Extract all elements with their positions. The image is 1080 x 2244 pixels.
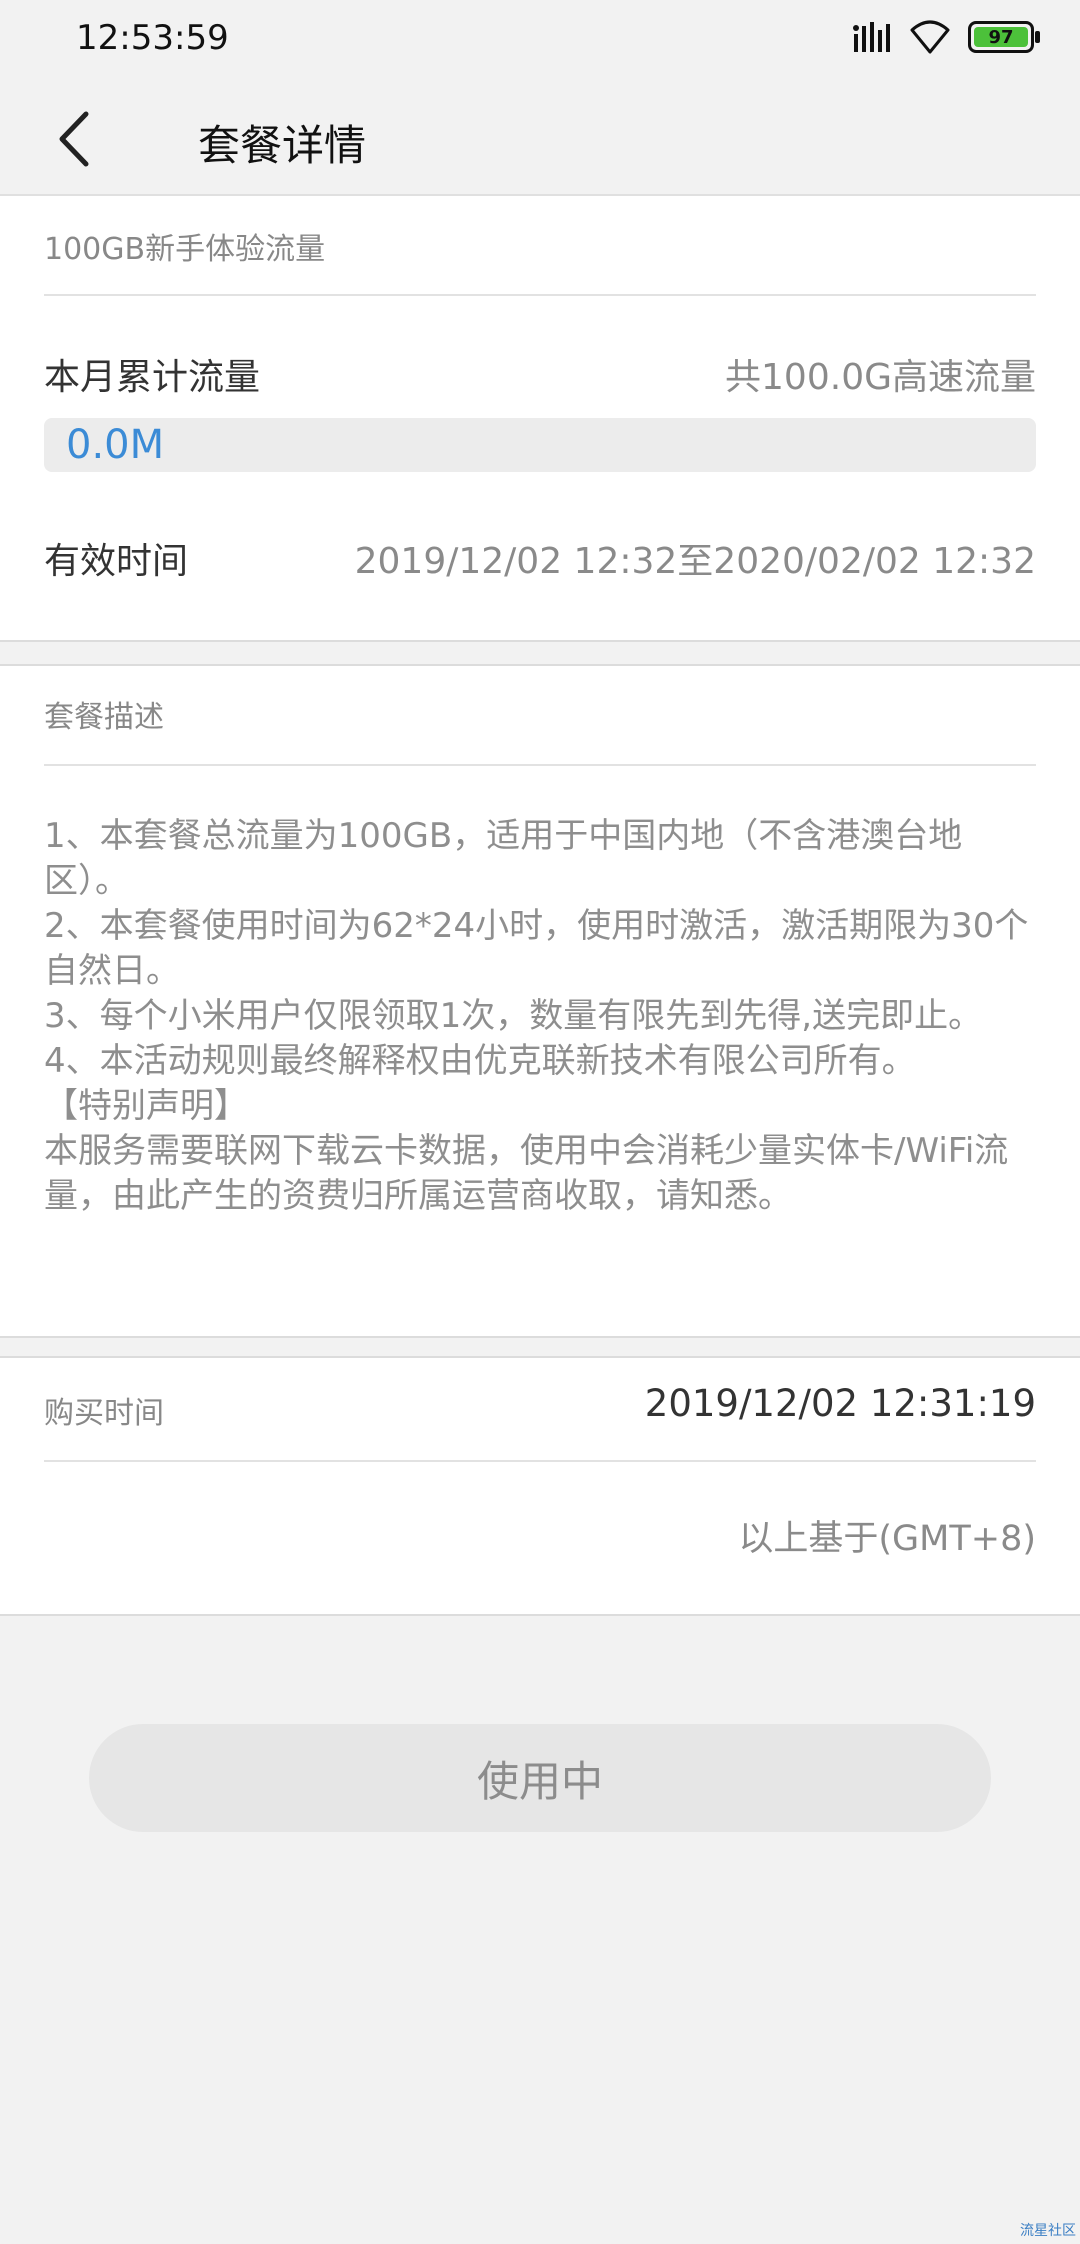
purchase-time-label: 购买时间 bbox=[44, 1396, 164, 1431]
usage-progress-bar: 0.0M bbox=[44, 418, 1036, 472]
back-button[interactable] bbox=[44, 104, 114, 174]
battery-level: 97 bbox=[988, 26, 1014, 48]
divider bbox=[44, 294, 1036, 296]
page-title: 套餐详情 bbox=[198, 121, 367, 170]
back-arrow-icon bbox=[59, 111, 89, 167]
purchase-card: 购买时间 2019/12/02 12:31:19 以上基于(GMT+8) bbox=[0, 1356, 1080, 1616]
plan-name: 100GB新手体验流量 bbox=[44, 232, 326, 267]
usage-label: 本月累计流量 bbox=[44, 357, 261, 398]
total-quota: 共100.0G高速流量 bbox=[725, 357, 1036, 398]
in-use-button[interactable]: 使用中 bbox=[89, 1724, 991, 1832]
status-icons: 97 bbox=[852, 20, 1040, 54]
valid-time-value: 2019/12/02 12:32至2020/02/02 12:32 bbox=[354, 541, 1036, 582]
used-value: 0.0M bbox=[66, 422, 165, 468]
description-body: 1、本套餐总流量为100GB，适用于中国内地（不含港澳台地区）。 2、本套餐使用… bbox=[44, 816, 1029, 1216]
battery-icon: 97 bbox=[968, 21, 1040, 53]
purchase-time-value: 2019/12/02 12:31:19 bbox=[644, 1382, 1036, 1425]
timezone-note: 以上基于(GMT+8) bbox=[738, 1519, 1036, 1559]
valid-time-label: 有效时间 bbox=[44, 541, 189, 582]
signal-icon bbox=[853, 22, 890, 52]
status-bar: 12:53:59 97 bbox=[0, 0, 1080, 84]
clock: 12:53:59 bbox=[76, 18, 229, 58]
divider bbox=[44, 1460, 1036, 1462]
description-title: 套餐描述 bbox=[44, 700, 164, 735]
divider bbox=[44, 764, 1036, 766]
watermark: 流星社区 bbox=[1020, 2223, 1076, 2239]
plan-card: 100GB新手体验流量 本月累计流量 共100.0G高速流量 0.0M 有效时间… bbox=[0, 196, 1080, 642]
title-bar: 套餐详情 bbox=[0, 84, 1080, 196]
wifi-icon bbox=[910, 20, 950, 54]
description-card: 套餐描述 1、本套餐总流量为100GB，适用于中国内地（不含港澳台地区）。 2、… bbox=[0, 664, 1080, 1338]
